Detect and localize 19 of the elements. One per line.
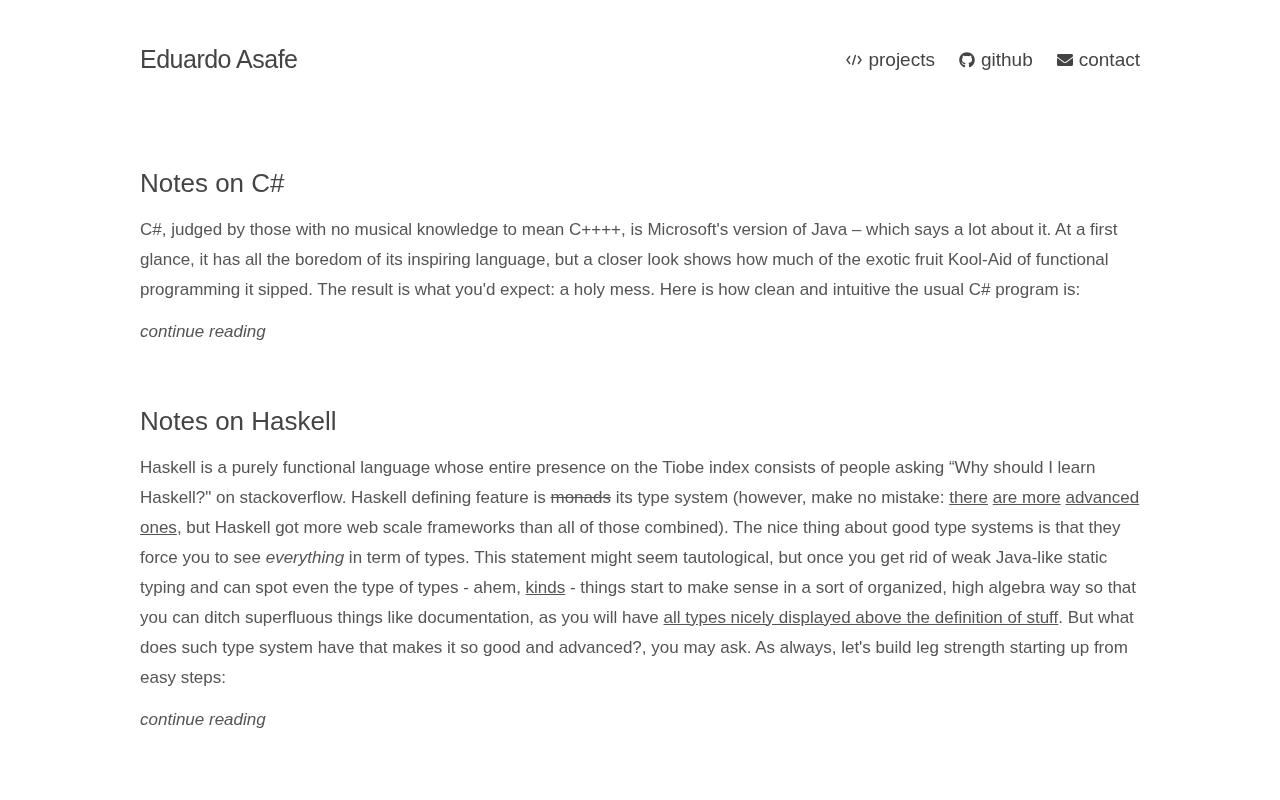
text-link[interactable]: advanced [1065, 487, 1140, 507]
post-excerpt: Haskell is a purely functional language whose entire presence on the Tiobe index consists of people asking “Why should I learn Haskell?" on stackoverflow. Haskell defining feature is monads its type system (however, make no mistake: there are more advanced ones, but Haskell got more web scale frameworks than all of those combined). The nice thing about good type systems is that they force you to see everything in term of types. This statement might seem tautological, but once you get rid of weak Java-like static typing and can spot even the type of types - ahem, kinds - things start to make sense in a sort of organized, high algebra way so that you can ditch superfluous things like documentation, as you will have all types nicely displayed above the definition of stuff. But what does such type system have that makes it so good and advanced?, you may ask. As always, let's build leg strength starting up from easy steps: [140, 456, 1140, 689]
continue-reading-link[interactable]: continue reading [140, 706, 266, 732]
nav-link[interactable]: github [958, 45, 1033, 75]
code-icon [846, 54, 863, 66]
text-link[interactable]: all types nicely displayed above the definition of stuff [663, 607, 1059, 627]
text-link[interactable]: are more [992, 487, 1061, 507]
post-excerpt: C#, judged by those with no musical knowledge to mean C++++, is Microsoft's version of Java – which says a lot about it. At a first glance, it has all the boredom of its inspiring language, but a closer look shows how much of the exotic fruit Kool-Aid of functional programming it sipped. The result is what you'd expect: a holy mess. Here is how clean and intuitive the usual C# program is: [140, 219, 1119, 301]
text-link[interactable]: kinds [525, 577, 566, 597]
site-title[interactable]: Eduardo Asafe [140, 41, 298, 79]
continue-reading-link[interactable]: continue reading [140, 319, 266, 345]
text-link[interactable]: ones [140, 517, 177, 537]
github-icon [958, 52, 975, 68]
nav-link[interactable]: projects [846, 45, 935, 75]
post-title[interactable]: Notes on Haskell [140, 400, 1140, 441]
envelope-icon [1056, 52, 1073, 68]
text-link[interactable]: there [949, 487, 988, 507]
nav-link[interactable]: contact [1056, 45, 1140, 75]
post-title[interactable]: Notes on C# [140, 163, 1140, 203]
